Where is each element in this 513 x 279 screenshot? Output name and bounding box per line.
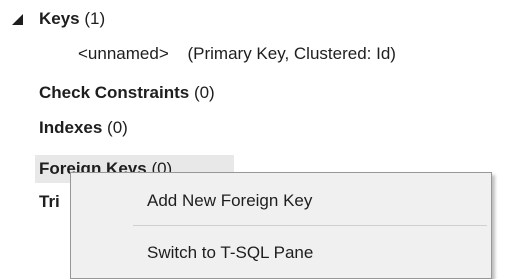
menu-item-add-new-foreign-key[interactable]: Add New Foreign Key — [72, 178, 490, 224]
tree-node-count: (0) — [193, 83, 215, 102]
tree-node-count: (1) — [84, 9, 106, 28]
tree-node-indexes[interactable]: Indexes (0) — [39, 114, 128, 142]
key-detail: (Primary Key, Clustered: Id) — [187, 44, 396, 63]
menu-item-label: Switch to T-SQL Pane — [147, 243, 314, 262]
tree-node-triggers[interactable]: Tri — [39, 188, 60, 216]
context-menu: Add New Foreign Key Switch to T-SQL Pane — [70, 172, 492, 279]
tree-node-label: Keys — [39, 9, 80, 28]
tree-node-keys[interactable]: Keys (1) — [0, 5, 160, 33]
tree-node-label: Tri — [39, 192, 60, 211]
tree-node-primary-key[interactable]: <unnamed> (Primary Key, Clustered: Id) — [78, 40, 396, 68]
menu-item-switch-to-tsql-pane[interactable]: Switch to T-SQL Pane — [72, 230, 490, 276]
tree-node-check-constraints[interactable]: Check Constraints (0) — [39, 79, 215, 107]
key-name: <unnamed> — [78, 44, 169, 63]
tree-node-count: (0) — [107, 118, 128, 137]
tree-node-label: Indexes — [39, 118, 103, 137]
tree-node-label: Check Constraints — [39, 83, 190, 102]
menu-item-label: Add New Foreign Key — [147, 191, 313, 210]
collapse-triangle-icon[interactable] — [12, 14, 23, 25]
menu-separator — [133, 225, 487, 226]
